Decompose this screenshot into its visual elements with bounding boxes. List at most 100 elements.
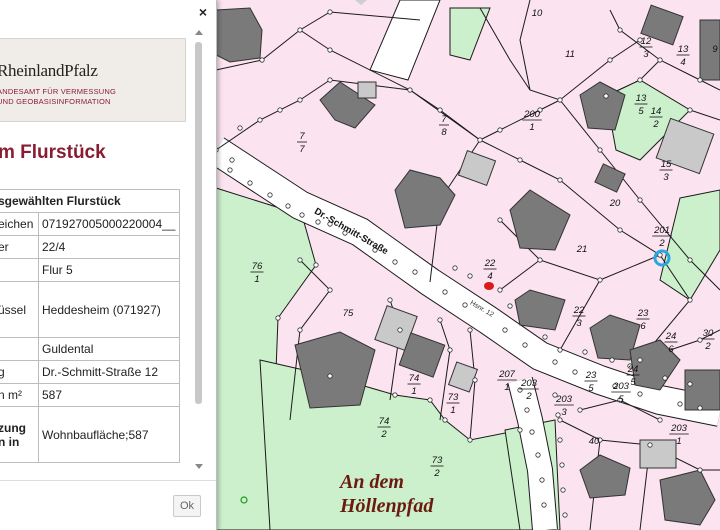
table-row: er22/4 bbox=[0, 235, 180, 259]
scroll-thumb[interactable] bbox=[195, 42, 202, 404]
boundary-node bbox=[397, 327, 403, 333]
boundary-node bbox=[229, 157, 235, 163]
boundary-node bbox=[237, 125, 243, 131]
boundary-node bbox=[609, 357, 615, 363]
logo-subtitle-line2: UND GEOBASISINFORMATION bbox=[0, 97, 111, 106]
parcel-numerator: 30 bbox=[703, 328, 714, 339]
boundary-node bbox=[552, 359, 558, 365]
parcel-numerator: 74 bbox=[379, 416, 390, 427]
boundary-node bbox=[497, 127, 503, 133]
parcel-number-label: 20 bbox=[609, 198, 621, 209]
parcel-denominator: 1 bbox=[676, 436, 681, 447]
boundary-node bbox=[327, 373, 333, 379]
row-key: g bbox=[0, 360, 39, 384]
boundary-node bbox=[285, 203, 291, 209]
parcel-numerator: 73 bbox=[432, 455, 443, 466]
boundary-node bbox=[697, 337, 703, 343]
parcel-numerator: 7 bbox=[441, 114, 447, 125]
panel-heading: m Flurstück bbox=[0, 142, 106, 163]
boundary-node bbox=[677, 401, 683, 407]
boundary-node bbox=[537, 257, 543, 263]
parcel-denominator: 2 bbox=[658, 238, 665, 249]
boundary-node bbox=[687, 257, 693, 263]
boundary-node bbox=[277, 107, 283, 113]
parcel-numerator: 203 bbox=[555, 394, 573, 405]
boundary-node bbox=[541, 502, 547, 508]
boundary-node bbox=[687, 107, 693, 113]
boundary-node bbox=[437, 107, 443, 113]
boundary-node bbox=[529, 429, 535, 435]
boundary-node bbox=[472, 377, 478, 383]
close-button[interactable]: × bbox=[196, 5, 210, 19]
boundary-node bbox=[227, 167, 233, 173]
boundary-node bbox=[657, 417, 663, 423]
scroll-down-arrow-icon[interactable] bbox=[195, 464, 203, 469]
boundary-node bbox=[447, 347, 453, 353]
parcel-denominator: 1 bbox=[529, 122, 534, 133]
boundary-node bbox=[647, 442, 653, 448]
table-header: sgewählten Flurstück bbox=[0, 189, 180, 213]
parcel-numerator: 22 bbox=[573, 305, 585, 316]
boundary-node bbox=[524, 407, 530, 413]
boundary-node bbox=[662, 375, 668, 381]
parcel-numerator: 201 bbox=[653, 225, 670, 236]
boundary-node bbox=[557, 97, 563, 103]
boundary-node bbox=[267, 192, 273, 198]
boundary-node bbox=[517, 157, 523, 163]
row-value: Flur 5 bbox=[38, 258, 180, 282]
boundary-node bbox=[687, 381, 693, 387]
parcel-denominator: 5 bbox=[630, 377, 636, 388]
boundary-node bbox=[697, 467, 703, 473]
boundary-node bbox=[477, 137, 483, 143]
boundary-node bbox=[597, 277, 603, 283]
boundary-node bbox=[462, 302, 468, 308]
boundary-node bbox=[313, 262, 319, 268]
parcel-number-label: 40 bbox=[589, 436, 600, 447]
row-value: 071927005000220004__ bbox=[38, 212, 180, 236]
row-value: Guldental bbox=[38, 337, 180, 361]
table-row: üssel Heddesheim (071927) bbox=[0, 281, 180, 338]
parcel-denominator: 4 bbox=[680, 57, 685, 68]
boundary-node bbox=[617, 227, 623, 233]
boundary-node bbox=[557, 347, 563, 353]
parcel-denominator: 6 bbox=[640, 321, 646, 332]
boundary-node bbox=[572, 369, 578, 375]
boundary-node bbox=[542, 334, 548, 340]
parcel-denominator: 5 bbox=[618, 394, 624, 405]
parcel-numerator: 15 bbox=[661, 159, 672, 170]
panel-scrollbar[interactable] bbox=[194, 30, 204, 470]
boundary-node bbox=[327, 77, 333, 83]
logo: RheinlandPfalz ANDESAMT FÜR VERMESSUNG U… bbox=[0, 38, 186, 122]
info-panel: × RheinlandPfalz ANDESAMT FÜR VERMESSUNG… bbox=[0, 0, 217, 530]
boundary-node bbox=[617, 27, 623, 33]
parcel-numerator: 73 bbox=[448, 392, 459, 403]
boundary-node bbox=[687, 297, 693, 303]
parcel-numerator: 14 bbox=[651, 106, 662, 117]
logo-title: RheinlandPfalz bbox=[0, 61, 98, 80]
boundary-node bbox=[427, 397, 433, 403]
boundary-node bbox=[517, 427, 523, 433]
boundary-node bbox=[467, 437, 473, 443]
table-row: zung n inWohnbaufläche;587 bbox=[0, 406, 180, 463]
parcel-denominator: 2 bbox=[652, 119, 659, 130]
boundary-node bbox=[697, 405, 703, 411]
table-row: n m² 587 bbox=[0, 383, 180, 407]
parcel-numerator: 207 bbox=[498, 369, 516, 380]
boundary-node bbox=[577, 407, 583, 413]
boundary-node bbox=[559, 462, 565, 468]
boundary-node bbox=[497, 217, 503, 223]
map-top-indicator bbox=[355, 0, 367, 5]
parcel-numerator: 74 bbox=[409, 373, 420, 384]
ok-button[interactable]: Ok bbox=[173, 495, 201, 517]
parcel-numerator: 22 bbox=[484, 258, 496, 269]
boundary-node bbox=[560, 487, 566, 493]
row-key: n m² bbox=[0, 383, 39, 407]
row-value: Wohnbaufläche;587 bbox=[38, 406, 180, 463]
boundary-node bbox=[297, 27, 303, 33]
row-value: Dr.-Schmitt-Straße 12 bbox=[38, 360, 180, 384]
parcel-denominator: 7 bbox=[299, 144, 305, 155]
row-key bbox=[0, 258, 39, 282]
scroll-up-arrow-icon[interactable] bbox=[195, 30, 203, 35]
boundary-node bbox=[637, 357, 643, 363]
boundary-node bbox=[467, 327, 473, 333]
